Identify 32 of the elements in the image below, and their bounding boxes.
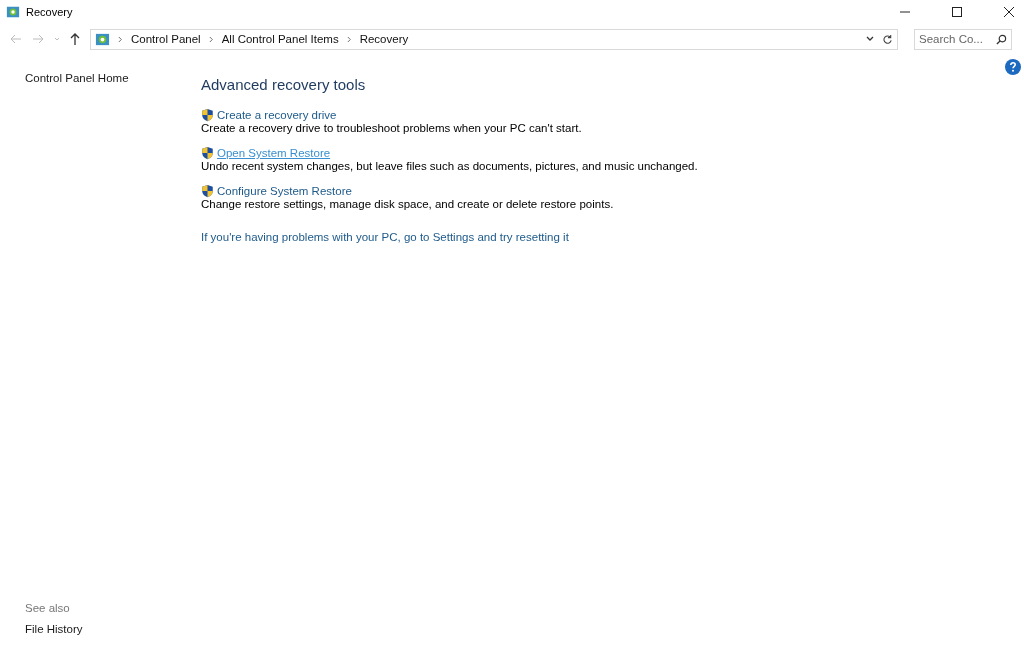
- tool-description: Create a recovery drive to troubleshoot problems when your PC can't start.: [201, 122, 582, 134]
- search-icon: [996, 33, 1007, 45]
- tool-description: Undo recent system changes, but leave files such as documents, pictures, and music unchanged.: [201, 160, 698, 172]
- breadcrumb[interactable]: Control Panel: [131, 33, 201, 45]
- dropdown-chevron-icon[interactable]: [866, 36, 874, 42]
- breadcrumb[interactable]: All Control Panel Items: [221, 33, 339, 45]
- see-also-heading: See also: [25, 602, 71, 614]
- sidebar-link[interactable]: File History: [25, 623, 201, 635]
- search-field[interactable]: Search Co...: [914, 28, 1012, 50]
- tool-link[interactable]: Create a recovery drive: [217, 109, 337, 121]
- shield-icon: [201, 108, 214, 122]
- sidebar-link[interactable]: Control Panel Home: [25, 72, 201, 84]
- close-icon[interactable]: [1004, 7, 1014, 17]
- control-panel-icon: [95, 31, 110, 47]
- refresh-icon[interactable]: [882, 33, 893, 45]
- help-icon[interactable]: [1005, 59, 1021, 75]
- chevron-right-icon: [118, 35, 123, 43]
- tool-link[interactable]: Open System Restore: [217, 147, 331, 159]
- up-arrow-icon[interactable]: [70, 33, 80, 45]
- breadcrumb[interactable]: Recovery: [359, 33, 409, 45]
- shield-icon: [201, 184, 214, 198]
- reset-link[interactable]: If you're having problems with your PC, go to Settings and try resetting it: [201, 231, 569, 243]
- chevron-right-icon: [346, 35, 352, 43]
- tool-description: Change restore settings, manage disk space, and create or delete restore points.: [201, 198, 614, 210]
- chevron-right-icon: [208, 35, 214, 43]
- tool-link[interactable]: Configure System Restore: [217, 185, 352, 197]
- recovery-icon: [6, 5, 20, 19]
- window-title: Recovery: [26, 6, 73, 18]
- shield-icon: [201, 146, 214, 160]
- maximize-icon[interactable]: [952, 7, 962, 17]
- section-heading: Advanced recovery tools: [201, 76, 366, 93]
- address-bar[interactable]: Control Panel All Control Panel Items Recovery: [90, 28, 898, 50]
